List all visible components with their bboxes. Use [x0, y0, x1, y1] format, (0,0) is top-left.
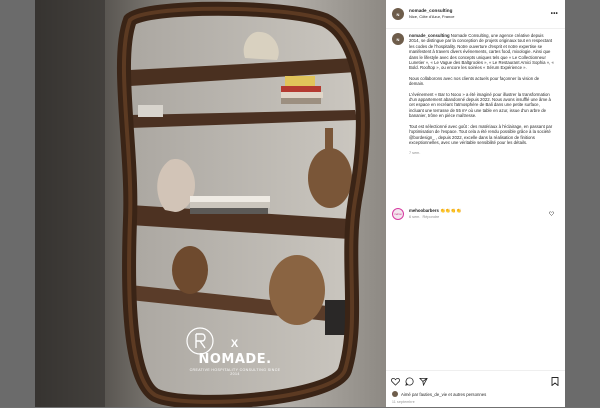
caption-username[interactable]: nomade_consulting [409, 33, 450, 38]
more-options-icon[interactable]: ••• [551, 11, 558, 17]
comment: mehoo mehoobarbers 👏👏👏👏 6 sem. Répondre [392, 208, 558, 220]
caption: N nomade_consulting Nomade Consulting, u… [392, 33, 558, 203]
comment-like-icon[interactable] [549, 211, 554, 216]
action-bar: Aimé par fauties_de_vie et autres person… [386, 370, 565, 408]
post-date: 11 septembre [392, 400, 415, 404]
caption-paragraph: L'événement « Bar to Nooo » a été imagin… [409, 91, 551, 119]
liker-avatar [392, 391, 398, 397]
post-location[interactable]: Nice, Côte d'Azur, France [409, 14, 454, 20]
caption-time: 7 sem. [409, 151, 421, 156]
caption-paragraph: nomade_consulting Nomade Consulting, une… [409, 33, 554, 71]
post-modal: X NOMADE. CREATIVE HOSPITALITY CONSULTIN… [35, 0, 565, 407]
caption-paragraph: Tout est sélectionné avec goût : des mat… [409, 123, 553, 145]
comment-time: 6 sem. [409, 215, 421, 219]
commenter-username[interactable]: mehoobarbers [409, 208, 439, 213]
author-avatar[interactable]: N [392, 8, 404, 20]
share-icon[interactable] [418, 377, 428, 387]
r-monogram-logo [186, 327, 214, 355]
caption-avatar[interactable]: N [392, 33, 404, 45]
comment-icon[interactable] [405, 377, 414, 386]
post-photo[interactable]: X NOMADE. CREATIVE HOSPITALITY CONSULTIN… [35, 0, 386, 407]
caption-paragraph: Nous collaborons avec nos clients actuel… [409, 75, 540, 87]
like-icon[interactable] [391, 377, 400, 386]
reply-link[interactable]: Répondre [423, 215, 440, 219]
post-info-panel: N nomade_consulting Nice, Côte d'Azur, F… [386, 0, 565, 407]
brand-watermark: X NOMADE. CREATIVE HOSPITALITY CONSULTIN… [185, 326, 285, 376]
brand-tagline: CREATIVE HOSPITALITY CONSULTING SINCE 20… [189, 368, 281, 376]
commenter-avatar[interactable]: mehoo [392, 208, 404, 220]
comment-text: 👏👏👏👏 [440, 208, 462, 213]
post-header: N nomade_consulting Nice, Côte d'Azur, F… [386, 0, 565, 29]
save-bookmark-icon[interactable] [551, 377, 559, 386]
likes-summary[interactable]: Aimé par fauties_de_vie et autres person… [392, 391, 486, 397]
likes-text: Aimé par fauties_de_vie et autres person… [401, 391, 487, 397]
